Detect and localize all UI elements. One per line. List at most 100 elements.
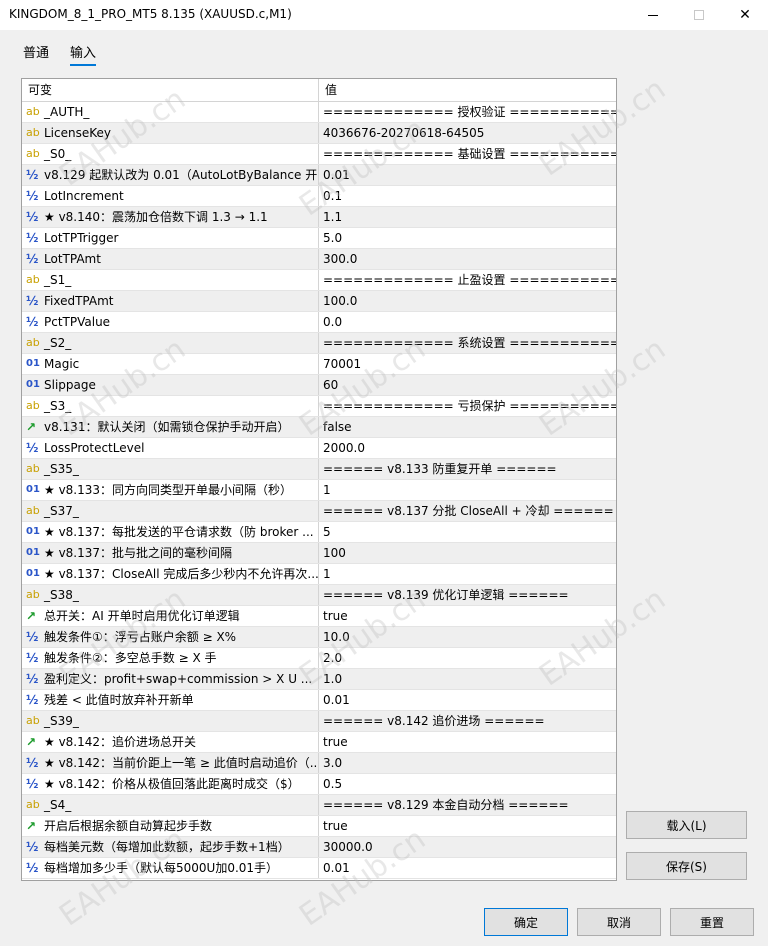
param-name-cell[interactable]: ab _S35_ xyxy=(22,459,319,479)
cancel-button[interactable]: 取消 xyxy=(577,908,661,936)
save-button[interactable]: 保存(S) xyxy=(626,852,747,880)
param-value-cell[interactable]: 0.01 xyxy=(319,690,616,710)
param-value-cell[interactable]: ============= 基础设置 ============== xyxy=(319,144,616,164)
table-row[interactable]: ½ LossProtectLevel 2000.0 xyxy=(22,438,616,459)
table-row[interactable]: ab _S1_ ============= 止盈设置 ============== xyxy=(22,270,616,291)
table-row[interactable]: ½ 触发条件①：浮亏占账户余额 ≥ X% 10.0 xyxy=(22,627,616,648)
table-row[interactable]: ½ 盈利定义：profit+swap+commission > X U ... 1.… xyxy=(22,669,616,690)
table-row[interactable]: 01 Magic 70001 xyxy=(22,354,616,375)
table-row[interactable]: ½ FixedTPAmt 100.0 xyxy=(22,291,616,312)
param-name-cell[interactable]: ab _S37_ xyxy=(22,501,319,521)
param-name-cell[interactable]: ab _AUTH_ xyxy=(22,102,319,122)
param-value-cell[interactable]: 5.0 xyxy=(319,228,616,248)
table-row[interactable]: ½ PctTPValue 0.0 xyxy=(22,312,616,333)
param-value-cell[interactable]: 1 xyxy=(319,564,616,584)
param-value-cell[interactable]: true xyxy=(319,816,616,836)
param-value-cell[interactable]: 0.0 xyxy=(319,312,616,332)
param-value-cell[interactable]: false xyxy=(319,417,616,437)
param-value-cell[interactable]: ============= 亏损保护 ============== xyxy=(319,396,616,416)
param-value-cell[interactable]: true xyxy=(319,732,616,752)
param-name-cell[interactable]: ½ 每档增加多少手（默认每5000U加0.01手） xyxy=(22,858,319,878)
param-value-cell[interactable]: 4036676-20270618-64505 xyxy=(319,123,616,143)
table-row[interactable]: ab _S39_ ====== v8.142 追价进场 ====== xyxy=(22,711,616,732)
param-value-cell[interactable]: 0.01 xyxy=(319,165,616,185)
param-value-cell[interactable]: 30000.0 xyxy=(319,837,616,857)
tab-general[interactable]: 普通 xyxy=(23,42,49,64)
table-row[interactable]: ½ 每档美元数（每增加此数额，起步手数+1档） 30000.0 xyxy=(22,837,616,858)
param-value-cell[interactable]: 3.0 xyxy=(319,753,616,773)
param-name-cell[interactable]: ab _S4_ xyxy=(22,795,319,815)
param-name-cell[interactable]: ab _S1_ xyxy=(22,270,319,290)
param-name-cell[interactable]: ↗ 总开关：AI 开单时启用优化订单逻辑 xyxy=(22,606,319,626)
param-name-cell[interactable]: ↗ ★ v8.142：追价进场总开关 xyxy=(22,732,319,752)
param-name-cell[interactable]: ½ 盈利定义：profit+swap+commission > X U ... xyxy=(22,669,319,689)
table-row[interactable]: ab LicenseKey 4036676-20270618-64505 xyxy=(22,123,616,144)
table-row[interactable]: ½ 每档增加多少手（默认每5000U加0.01手） 0.01 xyxy=(22,858,616,879)
table-row[interactable]: ½ LotTPAmt 300.0 xyxy=(22,249,616,270)
close-button[interactable]: ✕ xyxy=(722,0,768,30)
table-row[interactable]: ab _S35_ ====== v8.133 防重复开单 ====== xyxy=(22,459,616,480)
param-name-cell[interactable]: ½ 每档美元数（每增加此数额，起步手数+1档） xyxy=(22,837,319,857)
param-value-cell[interactable]: ====== v8.142 追价进场 ====== xyxy=(319,711,616,731)
param-name-cell[interactable]: ½ LossProtectLevel xyxy=(22,438,319,458)
param-name-cell[interactable]: ↗ 开启后根据余额自动算起步手数 xyxy=(22,816,319,836)
param-name-cell[interactable]: 01 ★ v8.133：同方向同类型开单最小间隔（秒） xyxy=(22,480,319,500)
param-name-cell[interactable]: ½ ★ v8.140：震荡加仓倍数下调 1.3 → 1.1 xyxy=(22,207,319,227)
param-name-cell[interactable]: ↗ v8.131：默认关闭（如需锁仓保护手动开启） xyxy=(22,417,319,437)
table-row[interactable]: ab _S3_ ============= 亏损保护 ============== xyxy=(22,396,616,417)
ok-button[interactable]: 确定 xyxy=(484,908,568,936)
param-value-cell[interactable]: ====== v8.137 分批 CloseAll + 冷却 ====== xyxy=(319,501,616,521)
table-row[interactable]: ab _S38_ ====== v8.139 优化订单逻辑 ====== xyxy=(22,585,616,606)
param-value-cell[interactable]: 2000.0 xyxy=(319,438,616,458)
param-value-cell[interactable]: 60 xyxy=(319,375,616,395)
column-header-variable[interactable]: 可变 xyxy=(22,79,319,101)
minimize-button[interactable] xyxy=(630,0,676,30)
param-name-cell[interactable]: ½ PctTPValue xyxy=(22,312,319,332)
table-row[interactable]: ↗ 开启后根据余额自动算起步手数 true xyxy=(22,816,616,837)
param-value-cell[interactable]: ====== v8.139 优化订单逻辑 ====== xyxy=(319,585,616,605)
table-row[interactable]: ↗ 总开关：AI 开单时启用优化订单逻辑 true xyxy=(22,606,616,627)
param-value-cell[interactable]: ============= 系统设置 ============== xyxy=(319,333,616,353)
param-value-cell[interactable]: 1.0 xyxy=(319,669,616,689)
param-value-cell[interactable]: 10.0 xyxy=(319,627,616,647)
table-row[interactable]: 01 ★ v8.137：每批发送的平仓请求数（防 broker ... 5 xyxy=(22,522,616,543)
table-row[interactable]: ½ ★ v8.142：当前价距上一笔 ≥ 此值时启动追价（... 3.0 xyxy=(22,753,616,774)
table-row[interactable]: ½ LotTPTrigger 5.0 xyxy=(22,228,616,249)
table-row[interactable]: ab _S2_ ============= 系统设置 ============== xyxy=(22,333,616,354)
param-name-cell[interactable]: ½ 残差 < 此值时放弃补开新单 xyxy=(22,690,319,710)
param-value-cell[interactable]: true xyxy=(319,606,616,626)
param-name-cell[interactable]: 01 ★ v8.137：批与批之间的毫秒间隔 xyxy=(22,543,319,563)
param-name-cell[interactable]: 01 ★ v8.137：每批发送的平仓请求数（防 broker ... xyxy=(22,522,319,542)
table-row[interactable]: ½ ★ v8.140：震荡加仓倍数下调 1.3 → 1.1 1.1 xyxy=(22,207,616,228)
table-row[interactable]: ½ 触发条件②：多空总手数 ≥ X 手 2.0 xyxy=(22,648,616,669)
param-value-cell[interactable]: 0.1 xyxy=(319,186,616,206)
param-name-cell[interactable]: ½ FixedTPAmt xyxy=(22,291,319,311)
table-row[interactable]: ab _S0_ ============= 基础设置 ============== xyxy=(22,144,616,165)
table-row[interactable]: ab _S37_ ====== v8.137 分批 CloseAll + 冷却 ==… xyxy=(22,501,616,522)
table-row[interactable]: ab _S4_ ====== v8.129 本金自动分档 ====== xyxy=(22,795,616,816)
table-row[interactable]: 01 ★ v8.133：同方向同类型开单最小间隔（秒） 1 xyxy=(22,480,616,501)
table-row[interactable]: 01 ★ v8.137：批与批之间的毫秒间隔 100 xyxy=(22,543,616,564)
param-name-cell[interactable]: 01 Magic xyxy=(22,354,319,374)
param-name-cell[interactable]: ab _S2_ xyxy=(22,333,319,353)
param-value-cell[interactable]: 0.5 xyxy=(319,774,616,794)
table-row[interactable]: 01 Slippage 60 xyxy=(22,375,616,396)
param-value-cell[interactable]: 300.0 xyxy=(319,249,616,269)
param-value-cell[interactable]: ============= 授权验证 ============== xyxy=(319,102,616,122)
param-value-cell[interactable]: 1 xyxy=(319,480,616,500)
param-value-cell[interactable]: 100 xyxy=(319,543,616,563)
table-row[interactable]: ↗ ★ v8.142：追价进场总开关 true xyxy=(22,732,616,753)
param-name-cell[interactable]: 01 Slippage xyxy=(22,375,319,395)
tab-inputs[interactable]: 输入 xyxy=(70,42,97,66)
table-row[interactable]: ↗ v8.131：默认关闭（如需锁仓保护手动开启） false xyxy=(22,417,616,438)
param-value-cell[interactable]: 1.1 xyxy=(319,207,616,227)
table-row[interactable]: ½ ★ v8.142：价格从极值回落此距离时成交（$） 0.5 xyxy=(22,774,616,795)
param-name-cell[interactable]: ½ v8.129 起默认改为 0.01（AutoLotByBalance 开... xyxy=(22,165,319,185)
param-value-cell[interactable]: ====== v8.129 本金自动分档 ====== xyxy=(319,795,616,815)
reset-button[interactable]: 重置 xyxy=(670,908,754,936)
param-value-cell[interactable]: 70001 xyxy=(319,354,616,374)
param-name-cell[interactable]: ab LicenseKey xyxy=(22,123,319,143)
parameter-grid[interactable]: 可变 值 ab _AUTH_ ============= 授权验证 ========… xyxy=(21,78,617,881)
param-name-cell[interactable]: ½ LotTPAmt xyxy=(22,249,319,269)
param-value-cell[interactable]: 5 xyxy=(319,522,616,542)
